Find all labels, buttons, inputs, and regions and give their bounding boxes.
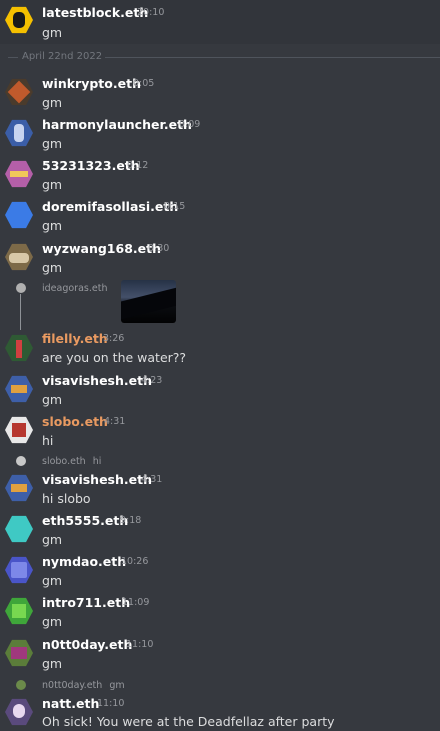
username[interactable]: 53231323.eth bbox=[42, 158, 140, 173]
message-text: hi bbox=[42, 433, 54, 448]
reply-text: gm bbox=[109, 680, 125, 691]
message-text: gm bbox=[42, 656, 63, 671]
image-attachment[interactable] bbox=[121, 280, 176, 323]
username[interactable]: slobo.eth bbox=[42, 414, 108, 429]
timestamp: 4:23 bbox=[141, 375, 163, 386]
username[interactable]: natt.eth bbox=[42, 696, 99, 711]
message-text: gm bbox=[42, 218, 63, 233]
timestamp: 0:12 bbox=[127, 160, 149, 171]
message-text: gm bbox=[42, 573, 63, 588]
message-text: gm bbox=[42, 177, 63, 192]
avatar[interactable] bbox=[5, 474, 33, 502]
username[interactable]: latestblock.eth bbox=[42, 5, 148, 20]
username[interactable]: visavishesh.eth bbox=[42, 472, 152, 487]
avatar[interactable] bbox=[5, 556, 33, 584]
timestamp: 0:30 bbox=[148, 243, 170, 254]
reply-preview[interactable]: n0tt0day.eth gm bbox=[42, 680, 125, 691]
message-text: Oh sick! You were at the Deadfellaz afte… bbox=[42, 714, 335, 729]
username[interactable]: wyzwang168.eth bbox=[42, 241, 161, 256]
message-text: hi slobo bbox=[42, 491, 91, 506]
reply-preview[interactable]: slobo.eth hi bbox=[42, 456, 101, 467]
reply-text: hi bbox=[92, 456, 102, 467]
avatar[interactable] bbox=[5, 243, 33, 271]
message-text: gm bbox=[42, 614, 63, 629]
username[interactable]: doremifasollasi.eth bbox=[42, 199, 178, 214]
message-text: gm bbox=[42, 532, 63, 547]
timestamp: 0:15 bbox=[164, 201, 186, 212]
avatar[interactable] bbox=[5, 334, 33, 362]
avatar bbox=[16, 456, 26, 466]
username[interactable]: harmonylauncher.eth bbox=[42, 117, 192, 132]
date-divider: April 22nd 2022 bbox=[0, 50, 440, 64]
username[interactable]: intro711.eth bbox=[42, 595, 130, 610]
timestamp: 3:26 bbox=[103, 333, 125, 344]
avatar[interactable] bbox=[5, 78, 33, 106]
username[interactable]: filelly.eth bbox=[42, 331, 108, 346]
username[interactable]: winkrypto.eth bbox=[42, 76, 141, 91]
avatar[interactable] bbox=[5, 698, 33, 726]
avatar[interactable] bbox=[5, 119, 33, 147]
username[interactable]: n0tt0day.eth bbox=[42, 637, 132, 652]
message-text: gm bbox=[42, 136, 63, 151]
reply-username: n0tt0day.eth bbox=[42, 680, 103, 691]
avatar[interactable] bbox=[5, 416, 33, 444]
message-text: gm bbox=[42, 392, 63, 407]
timestamp: 11:10 bbox=[126, 639, 154, 650]
timestamp: 10:26 bbox=[121, 556, 149, 567]
message-text: gm bbox=[42, 95, 63, 110]
avatar[interactable] bbox=[5, 515, 33, 543]
timestamp: 4:31 bbox=[141, 474, 163, 485]
avatar[interactable] bbox=[5, 639, 33, 667]
avatar[interactable] bbox=[16, 283, 26, 293]
username[interactable]: nymdao.eth bbox=[42, 554, 126, 569]
username[interactable]: ideagoras.eth bbox=[42, 283, 107, 294]
avatar[interactable] bbox=[5, 201, 33, 229]
message-text: are you on the water?? bbox=[42, 350, 187, 365]
avatar[interactable] bbox=[5, 597, 33, 625]
thread-line bbox=[20, 294, 21, 330]
username[interactable]: visavishesh.eth bbox=[42, 373, 152, 388]
timestamp: 11:09 bbox=[122, 597, 150, 608]
avatar[interactable] bbox=[5, 160, 33, 188]
timestamp: 20:10 bbox=[137, 7, 165, 18]
date-divider-label: April 22nd 2022 bbox=[22, 51, 103, 62]
timestamp: 0:05 bbox=[133, 78, 155, 89]
message-text: gm bbox=[42, 260, 63, 275]
timestamp: 11:10 bbox=[97, 698, 125, 709]
username[interactable]: eth5555.eth bbox=[42, 513, 128, 528]
avatar[interactable] bbox=[5, 375, 33, 403]
timestamp: 0:09 bbox=[179, 119, 201, 130]
avatar bbox=[16, 680, 26, 690]
timestamp: 4:31 bbox=[104, 416, 126, 427]
reply-username: slobo.eth bbox=[42, 456, 86, 467]
message-text: gm bbox=[42, 25, 63, 40]
timestamp: 9:18 bbox=[120, 515, 142, 526]
